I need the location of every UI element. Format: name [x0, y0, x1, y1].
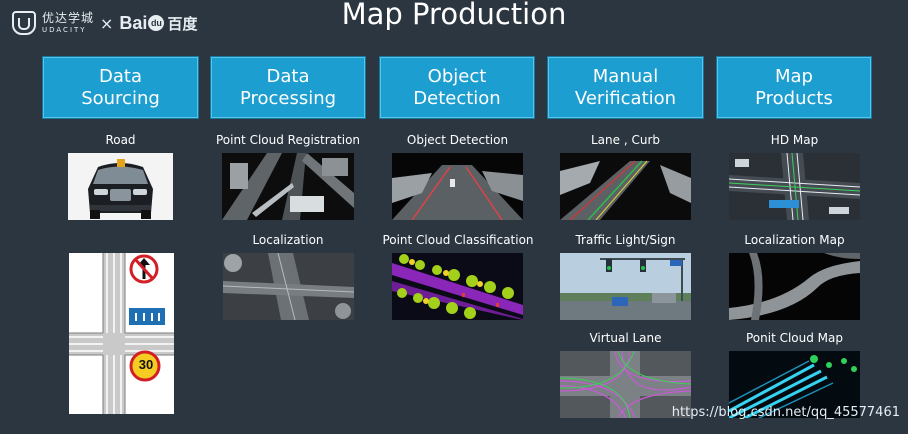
header-manual-verification: Manual Verification	[548, 57, 703, 118]
header-map-products: Map Products	[717, 57, 871, 118]
point-cloud-classification-image	[392, 253, 523, 320]
header-line2: Detection	[413, 87, 501, 109]
caption-lane-curb: Lane , Curb	[590, 133, 660, 147]
object-detection-image	[392, 153, 523, 220]
localization-image	[223, 253, 354, 320]
caption-hd-map: HD Map	[770, 133, 819, 147]
header-line1: Object	[427, 65, 487, 87]
header-line1: Manual	[592, 65, 659, 87]
localization-map-image	[729, 253, 860, 320]
header-line1: Data	[266, 65, 310, 87]
watermark: https://blog.csdn.net/qq_45577461	[671, 405, 900, 420]
header-line2: Verification	[574, 87, 677, 109]
page-title: Map Production	[341, 0, 567, 31]
header-line1: Data	[99, 65, 142, 87]
hd-map-image	[729, 153, 860, 220]
speed-limit-label: 30	[138, 357, 154, 372]
road-sign-image	[69, 253, 174, 414]
caption-point-cloud-map: Ponit Cloud Map	[745, 331, 844, 345]
caption-object-detection: Object Detection	[406, 133, 509, 147]
caption-localization-map: Localization Map	[744, 233, 845, 247]
header-line2: Products	[755, 87, 833, 109]
car-image	[68, 153, 173, 220]
header-line2: Processing	[239, 87, 337, 109]
caption-traffic-light-sign: Traffic Light/Sign	[575, 233, 676, 247]
header-data-sourcing: Data Sourcing	[43, 57, 198, 118]
traffic-light-image	[560, 253, 691, 320]
header-object-detection: Object Detection	[380, 57, 534, 118]
header-data-processing: Data Processing	[211, 57, 365, 118]
caption-point-cloud-classification: Point Cloud Classification	[382, 233, 534, 247]
caption-point-cloud-registration: Point Cloud Registration	[215, 133, 361, 147]
header-line2: Sourcing	[81, 87, 160, 109]
point-cloud-registration-image	[222, 153, 354, 220]
header-line1: Map	[774, 65, 813, 87]
caption-virtual-lane: Virtual Lane	[589, 331, 662, 345]
caption-localization: Localization	[252, 233, 324, 247]
caption-road: Road	[105, 133, 136, 147]
lane-curb-image	[560, 153, 691, 220]
